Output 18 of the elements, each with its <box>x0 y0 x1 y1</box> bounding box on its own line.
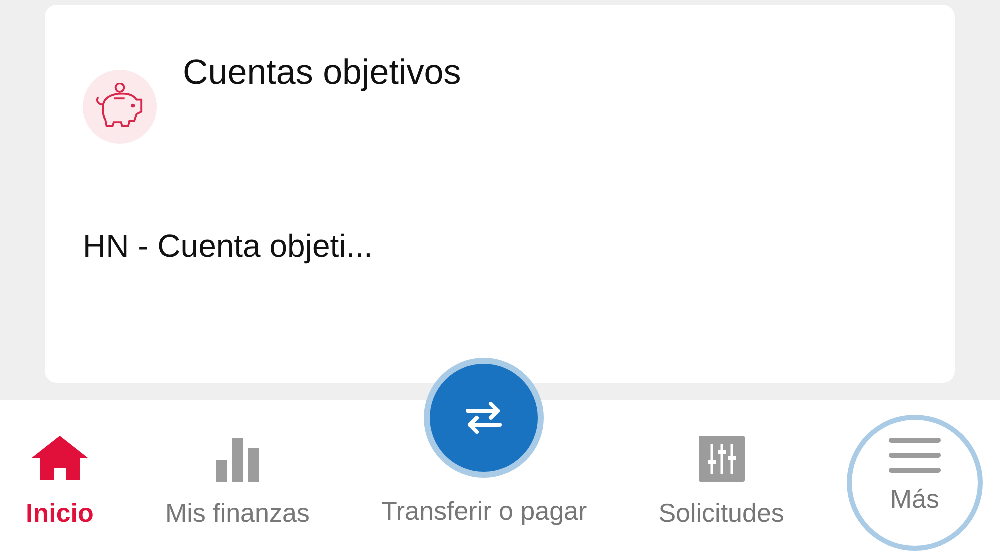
transfer-button[interactable] <box>430 364 538 472</box>
card-title: Cuentas objetivos <box>183 55 462 90</box>
home-icon <box>30 434 90 482</box>
nav-label: Más <box>890 486 940 512</box>
bar-chart-icon <box>216 438 260 482</box>
swap-arrows-icon <box>464 402 504 434</box>
nav-tab[interactable]: Inicio <box>22 400 98 560</box>
nav-label: Inicio <box>26 500 94 526</box>
sliders-icon <box>698 436 745 482</box>
account-name[interactable]: HN - Cuenta objeti... <box>83 230 955 262</box>
nav-tab[interactable]: Más <box>852 420 978 546</box>
nav-label: Transferir o pagar <box>381 498 588 524</box>
nav-tab[interactable]: Transferir o pagar <box>377 364 592 524</box>
nav-tab[interactable]: Solicitudes <box>654 400 788 560</box>
menu-icon <box>888 436 941 476</box>
nav-tab[interactable]: Mis finanzas <box>161 400 314 560</box>
nav-label: Mis finanzas <box>165 500 310 526</box>
nav-label: Solicitudes <box>658 500 784 526</box>
